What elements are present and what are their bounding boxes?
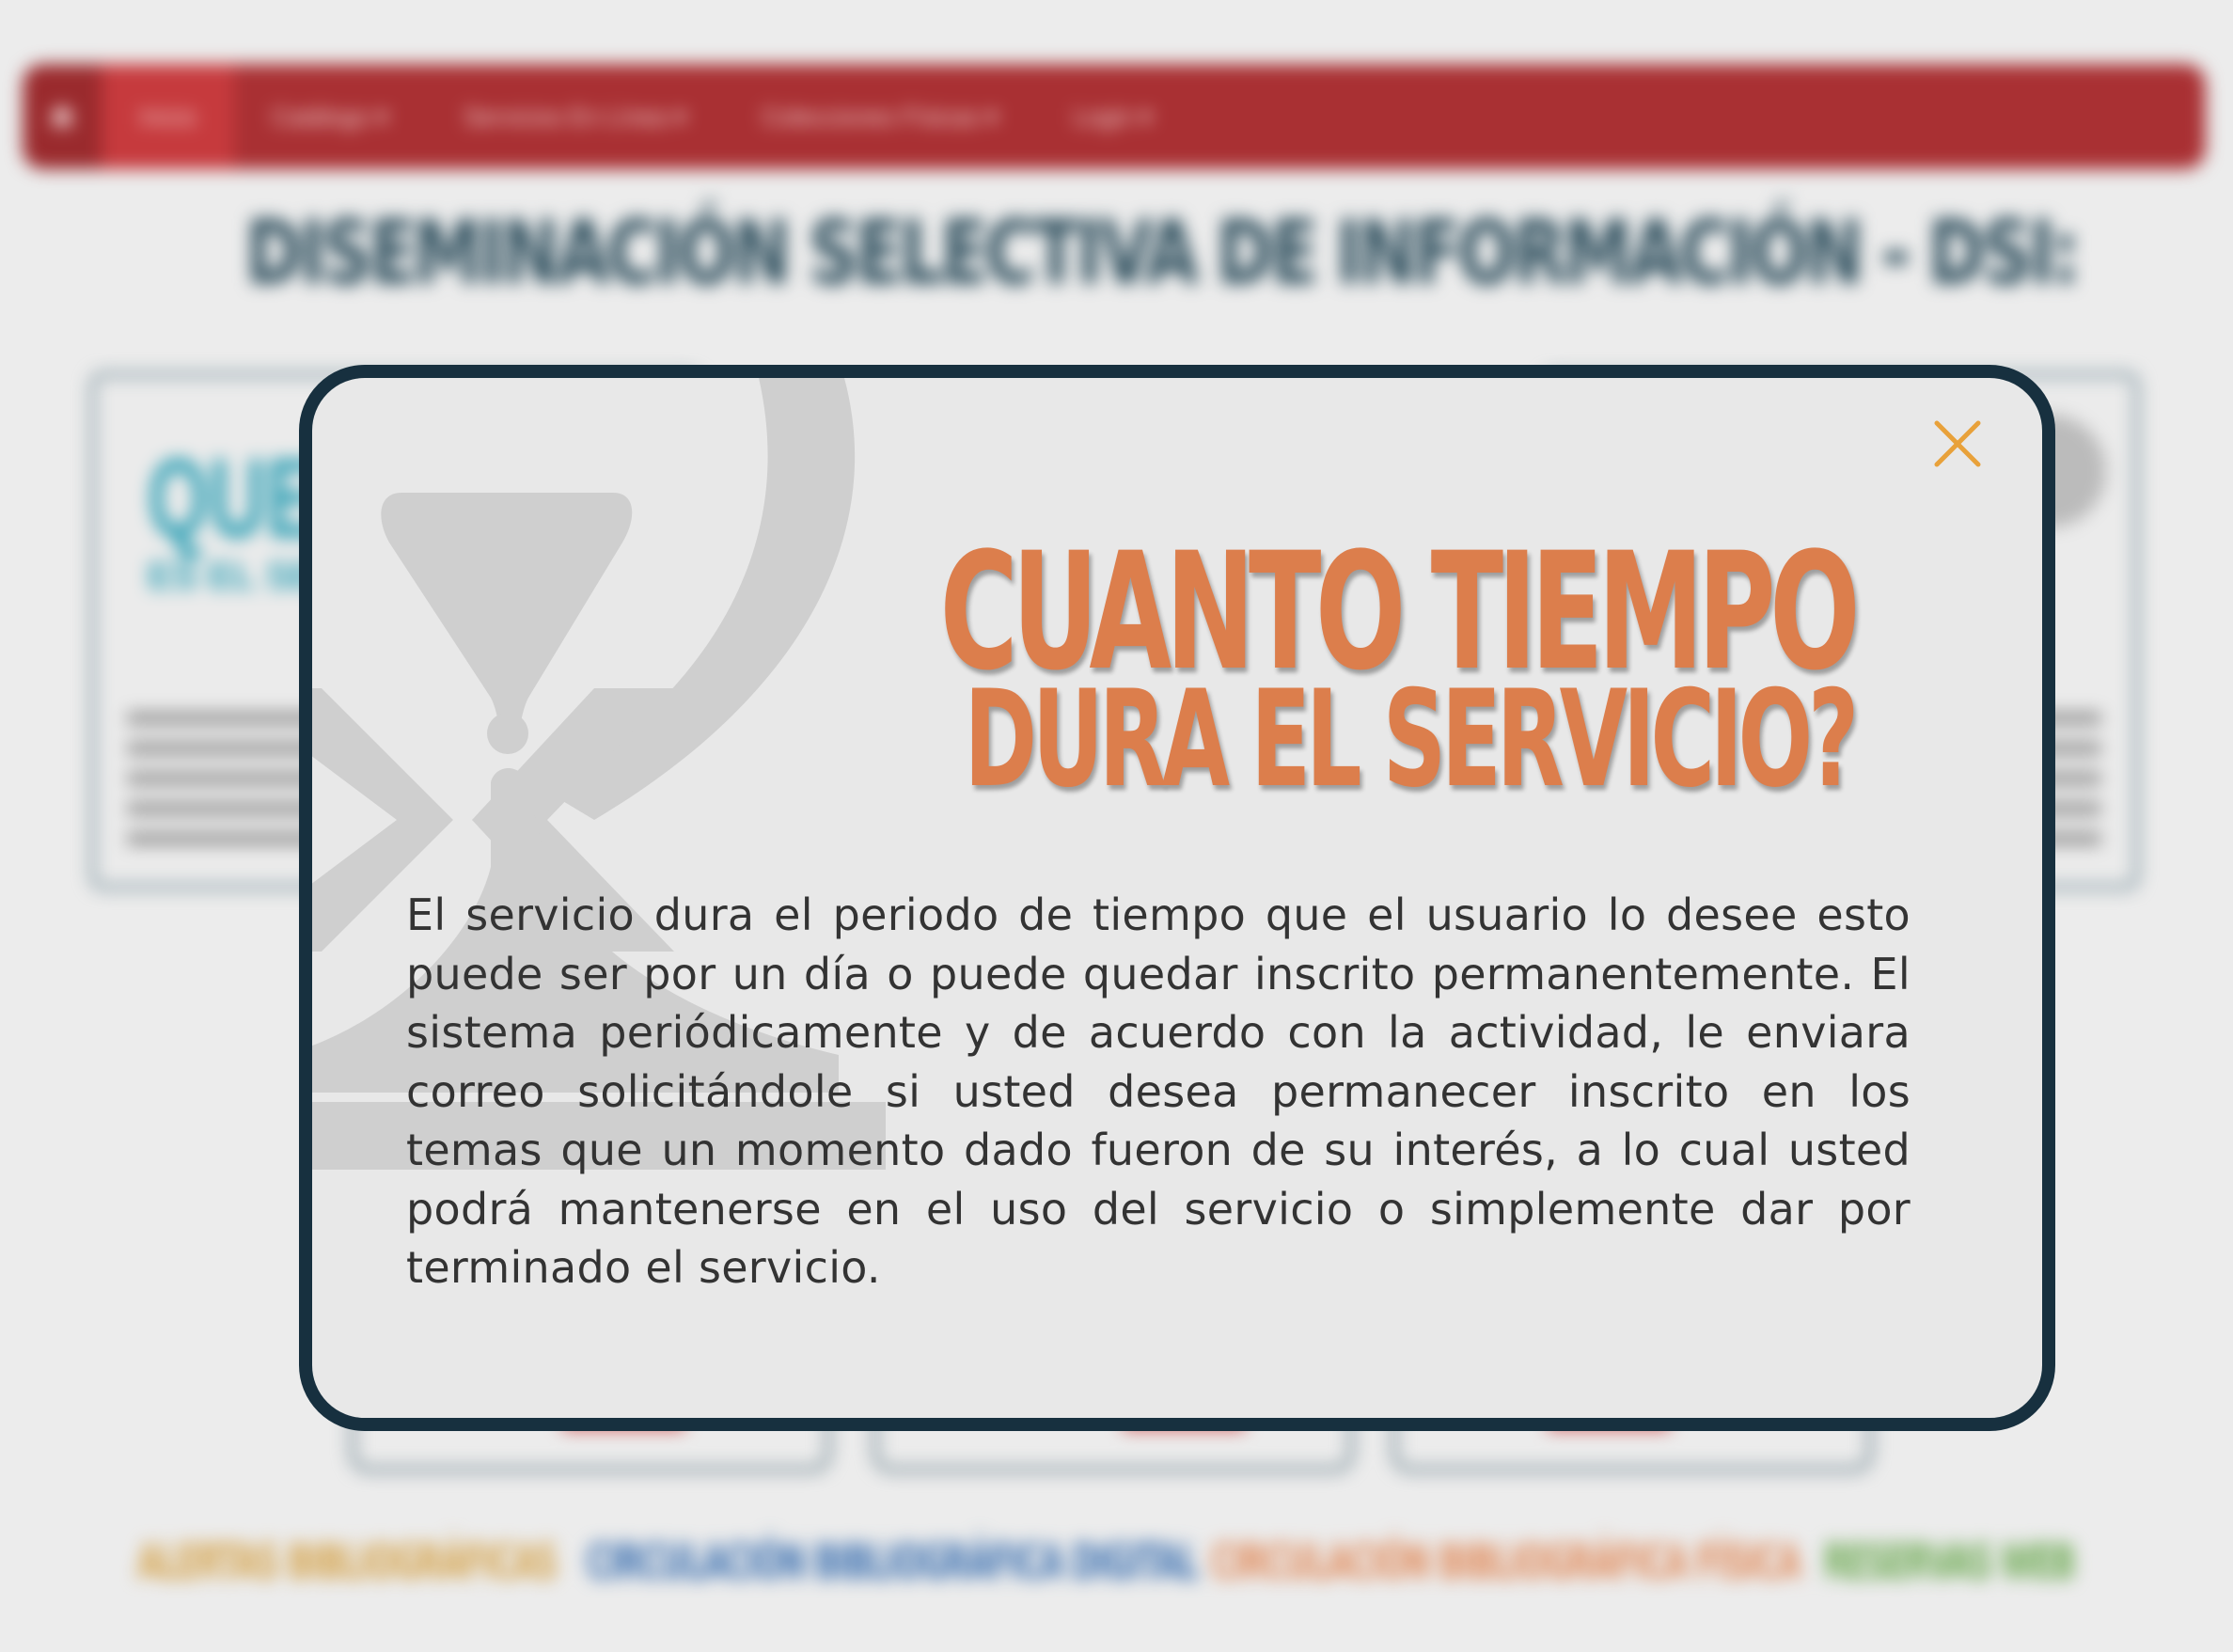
modal-title-line2: DURA EL SERVICIO? <box>964 662 1859 817</box>
link-reservas-web[interactable]: RESERVAS WEB <box>1824 1534 2076 1591</box>
card-heading: QUE <box>148 435 320 561</box>
nav-item-colecciones[interactable]: Colecciones Físicas ▾ <box>724 64 1035 169</box>
link-label: RESERVAS WEB <box>1824 1534 2076 1591</box>
nav-item-inicio[interactable]: Inicio <box>102 64 234 169</box>
close-icon <box>1934 420 1981 467</box>
link-circulacion-fisica[interactable]: CIRCULACIÓN BIBLIOGRÁFICA FÍSICA <box>1211 1534 1801 1591</box>
link-alertas[interactable]: ALERTAS BIBLIOGRÁFICAS <box>137 1534 558 1591</box>
modal-body-text: El servicio dura el periodo de tiempo qu… <box>406 889 1911 1293</box>
link-label: CIRCULACIÓN BIBLIOGRÁFICA FÍSICA <box>1211 1534 1801 1591</box>
nav-item-login[interactable]: Login ▾ <box>1036 64 1190 169</box>
nav-item-servicios[interactable]: Servicios En Línea ▾ <box>426 64 724 169</box>
nav-item-catalogo[interactable]: Catálogo ▾ <box>234 64 426 169</box>
page-title: DISEMINACIÓN SELECTIVA DE INFORMACIÓN - … <box>245 202 2080 305</box>
link-circulacion-digital[interactable]: CIRCULACIÓN BIBLIOGRÁFICA DIGITAL <box>587 1534 1199 1591</box>
home-icon <box>50 105 74 128</box>
info-modal: CUANTO TIEMPO DURA EL SERVICIO? El servi… <box>299 365 2055 1431</box>
close-button[interactable] <box>1929 416 1986 472</box>
link-label: ALERTAS BIBLIOGRÁFICAS <box>137 1534 558 1591</box>
top-navbar: Inicio Catálogo ▾ Servicios En Línea ▾ C… <box>23 64 2206 169</box>
home-button[interactable] <box>23 64 102 169</box>
link-label: CIRCULACIÓN BIBLIOGRÁFICA DIGITAL <box>587 1534 1199 1591</box>
